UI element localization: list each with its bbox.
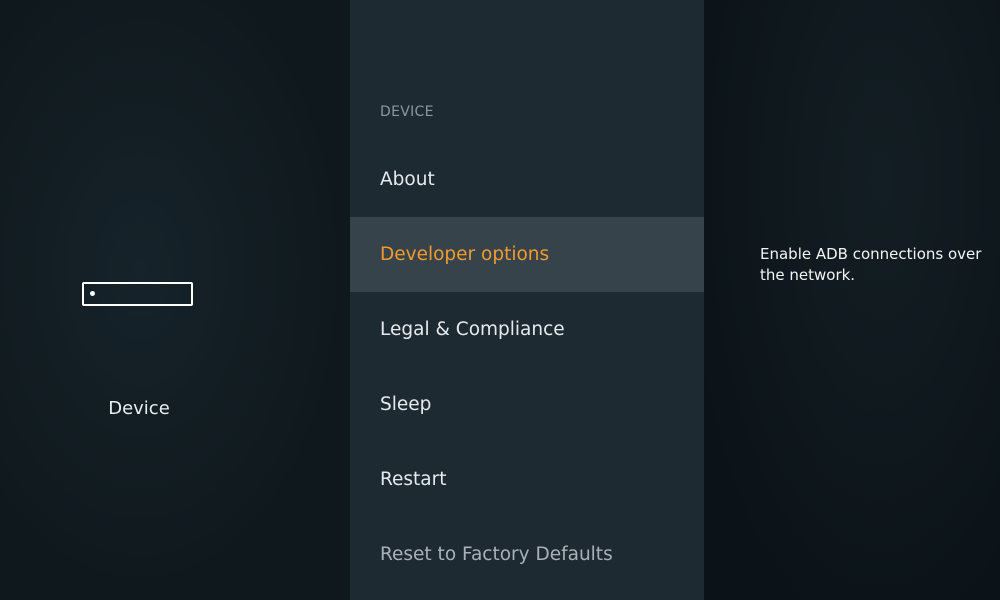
menu-item-label: Legal & Compliance xyxy=(380,319,565,340)
menu-item-label: Developer options xyxy=(380,244,550,265)
menu-item-restart[interactable]: Restart xyxy=(350,442,704,517)
settings-screen: Device DEVICE About Developer options Le… xyxy=(0,0,1000,600)
menu-item-label: Reset to Factory Defaults xyxy=(380,544,613,565)
menu-item-developer-options[interactable]: Developer options xyxy=(350,217,704,292)
detail-panel: Enable ADB connections over the network. xyxy=(704,0,1000,600)
menu-item-label: About xyxy=(380,169,435,190)
menu-item-reset-factory-defaults[interactable]: Reset to Factory Defaults xyxy=(350,517,704,592)
menu-item-label: Sleep xyxy=(380,394,432,415)
menu-item-sleep[interactable]: Sleep xyxy=(350,367,704,442)
settings-menu: DEVICE About Developer options Legal & C… xyxy=(350,0,704,600)
menu-item-label: Restart xyxy=(380,469,447,490)
menu-item-about[interactable]: About xyxy=(350,142,704,217)
section-header: DEVICE xyxy=(380,104,434,120)
menu-item-legal-compliance[interactable]: Legal & Compliance xyxy=(350,292,704,367)
detail-description: Enable ADB connections over the network. xyxy=(760,245,982,284)
fire-tv-device-icon xyxy=(82,282,193,306)
category-panel: Device xyxy=(0,0,350,600)
category-label: Device xyxy=(108,398,170,419)
device-led-dot xyxy=(90,291,95,296)
